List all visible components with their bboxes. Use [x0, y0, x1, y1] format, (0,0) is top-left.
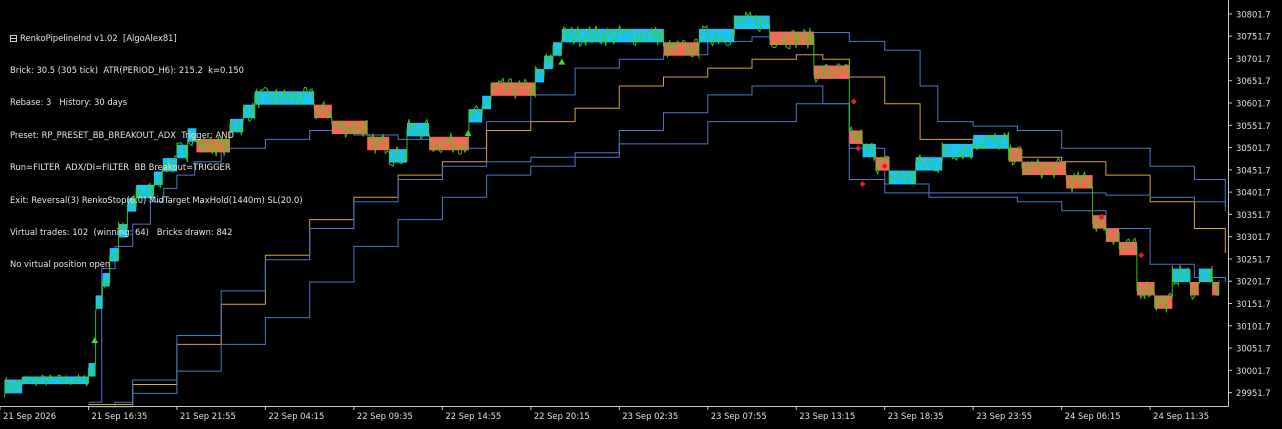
indicator-info-panel: RenkoPipelineInd v1.02 [AlgoAlex81] Bric…	[10, 11, 303, 292]
indicator-author: [AlgoAlex81]	[123, 32, 177, 43]
info-line-run: Run=FILTER ADX/DI=FILTER BB Breakout=TRI…	[10, 162, 231, 173]
info-line-rebase: Rebase: 3 History: 30 days	[10, 97, 128, 108]
indicator-title-line: RenkoPipelineInd v1.02 [AlgoAlex81]	[10, 33, 303, 44]
indicator-name: RenkoPipelineInd v1.02	[20, 32, 118, 43]
renko-brick-up	[915, 157, 943, 171]
x-tick-label: 23 Sep 18:35	[888, 411, 944, 421]
y-tick-label: 30301.7	[1236, 232, 1271, 242]
y-tick-label: 30651.7	[1236, 76, 1271, 86]
y-tick-label: 30551.7	[1236, 121, 1271, 131]
y-tick-label: 30351.7	[1236, 210, 1271, 220]
x-tick-label: 21 Sep 21:55	[180, 411, 236, 421]
renko-brick-down	[1105, 228, 1120, 242]
info-line-preset: Preset: RP_PRESET_BB_BREAKOUT_ADX Trigge…	[10, 129, 234, 140]
y-tick-label: 30701.7	[1236, 54, 1271, 64]
x-tick-label: 22 Sep 14:55	[445, 411, 501, 421]
info-line-trades: Virtual trades: 102 (winning: 64) Bricks…	[10, 226, 233, 237]
info-line-position: No virtual position open	[10, 259, 111, 270]
x-tick-label: 23 Sep 02:35	[622, 411, 678, 421]
x-tick-label: 21 Sep 2026	[3, 411, 56, 421]
y-tick-label: 30151.7	[1236, 299, 1271, 309]
y-tick-label: 30251.7	[1236, 254, 1271, 264]
x-tick-label: 22 Sep 09:35	[357, 411, 413, 421]
y-tick-label: 30501.7	[1236, 143, 1271, 153]
x-tick-label: 23 Sep 23:55	[976, 411, 1032, 421]
renko-brick-up	[535, 69, 545, 83]
y-tick-label: 30051.7	[1236, 344, 1271, 354]
y-tick-label: 30451.7	[1236, 165, 1271, 175]
y-tick-label: 30001.7	[1236, 366, 1271, 376]
info-line-exit: Exit: Reversal(3) RenkoStop(6.0) MidTarg…	[10, 194, 303, 205]
x-tick-label: 21 Sep 16:35	[91, 411, 147, 421]
y-tick-label: 30201.7	[1236, 277, 1271, 287]
indicator-icon	[10, 34, 17, 42]
x-tick-label: 22 Sep 04:15	[268, 411, 324, 421]
y-tick-label: 30751.7	[1236, 32, 1271, 42]
x-tick-label: 22 Sep 20:15	[534, 411, 590, 421]
x-tick-label: 23 Sep 13:15	[799, 411, 855, 421]
chart-area[interactable]: 30801.7 30751.7 30701.7 30651.7 30601.7 30551…	[0, 0, 1282, 425]
x-tick-label: 23 Sep 07:55	[711, 411, 767, 421]
y-tick-label: 30601.7	[1236, 99, 1271, 109]
y-tick-label: 30801.7	[1236, 9, 1271, 19]
y-tick-label: 30101.7	[1236, 321, 1271, 331]
x-tick-label: 24 Sep 06:15	[1065, 411, 1121, 421]
x-tick-label: 24 Sep 11:35	[1153, 411, 1209, 421]
info-line-brick: Brick: 30.5 (305 tick) ATR(PERIOD_H6): 2…	[10, 64, 244, 75]
y-tick-label: 30401.7	[1236, 188, 1271, 198]
y-tick-label: 29951.7	[1236, 388, 1271, 398]
